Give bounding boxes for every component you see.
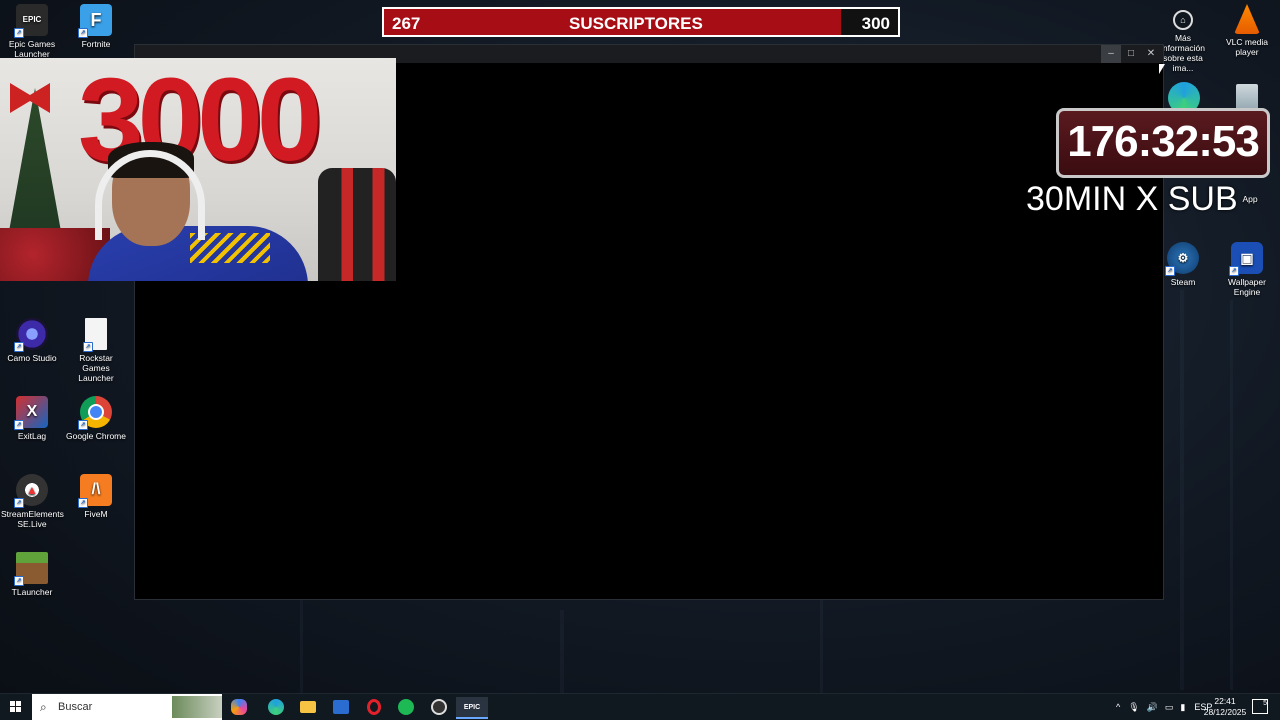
info-camera-icon: ⌂: [1173, 10, 1193, 30]
battery-icon[interactable]: ▮: [1180, 702, 1185, 713]
desktop-icon-label: Camo Studio: [7, 353, 57, 363]
vlc-icon: [1234, 4, 1260, 34]
search-placeholder: Buscar: [58, 701, 93, 713]
windows-logo-icon: [10, 701, 21, 712]
subscriber-label: SUSCRIPTORES: [569, 14, 703, 33]
subathon-timer: 176:32:53: [1056, 108, 1270, 178]
epic-games-icon: EPIC ↗: [14, 4, 48, 38]
timer-value: 176:32:53: [1067, 117, 1260, 166]
file-icon: ↗: [83, 318, 107, 352]
desktop-icon-tlauncher[interactable]: ↗ TLauncher: [1, 552, 63, 597]
desktop-icon-label: Wallpaper Engine: [1228, 277, 1266, 297]
exitlag-icon: X ↗: [14, 396, 48, 430]
clock[interactable]: 22:41 28/12/2025: [1200, 696, 1250, 718]
close-button[interactable]: ✕: [1141, 45, 1161, 63]
clock-time: 22:41: [1214, 696, 1236, 706]
minecraft-icon: ↗: [14, 552, 48, 586]
red-bow: [10, 83, 50, 113]
spotify-icon[interactable]: [395, 697, 417, 717]
copilot-icon[interactable]: [231, 699, 247, 715]
streamelements-icon: ▲ ↗: [14, 474, 48, 508]
taskbar: ⌕ Buscar EPIC ^ 🎙 🔊 ▭ ▮ ESP 22:41 28/12/…: [0, 693, 1280, 720]
search-highlight-image: [172, 696, 222, 718]
webcam-overlay: 3000: [0, 58, 396, 281]
system-tray: ^ 🎙 🔊 ▭ ▮ ESP: [1116, 694, 1212, 720]
desktop-icon-wallpaper-engine[interactable]: ▣ ↗ Wallpaper Engine: [1216, 242, 1278, 297]
desktop-icon-vlc[interactable]: VLC media player: [1216, 4, 1278, 57]
desktop-icon-label: Fortnite: [81, 39, 111, 49]
subscriber-goal-bar: 267 SUSCRIPTORES 300: [382, 7, 900, 37]
microphone-icon[interactable]: 🎙: [1128, 702, 1139, 713]
desktop-icon-fivem[interactable]: /\ ↗ FiveM: [65, 474, 127, 519]
minimize-button[interactable]: –: [1101, 45, 1121, 63]
maximize-button[interactable]: □: [1121, 45, 1141, 63]
gaming-chair: [318, 168, 396, 281]
fortnite-icon: F ↗: [78, 4, 112, 38]
volume-icon[interactable]: 🔊: [1147, 702, 1158, 713]
opera-icon[interactable]: [363, 697, 385, 717]
desktop-icon-label: VLC media player: [1225, 37, 1269, 57]
desktop-icon-label: Google Chrome: [65, 431, 126, 441]
wallpaper-engine-icon: ▣ ↗: [1229, 242, 1263, 276]
epic-taskbar-icon[interactable]: EPIC: [456, 697, 488, 719]
desktop-icon-label: StreamElements SE.Live: [1, 509, 64, 529]
subscriber-current: 267: [392, 14, 421, 33]
store-icon[interactable]: [330, 697, 352, 717]
desktop-icon-label: ExitLag: [17, 431, 47, 441]
desktop-icon-streamelements[interactable]: ▲ ↗ StreamElements SE.Live: [1, 474, 64, 529]
obs-icon[interactable]: [428, 697, 450, 717]
chrome-icon: ↗: [78, 396, 112, 430]
network-icon[interactable]: ▭: [1165, 702, 1174, 713]
camo-studio-icon: ↗: [14, 318, 48, 352]
start-button[interactable]: [5, 697, 27, 717]
mouse-cursor: [1159, 64, 1165, 74]
search-icon: ⌕: [40, 700, 47, 714]
desktop-icon-label: Epic Games Launcher: [8, 39, 56, 59]
clock-date: 28/12/2025: [1203, 707, 1247, 717]
desktop-icon-label: FiveM: [84, 509, 108, 519]
fivem-icon: /\ ↗: [78, 474, 112, 508]
tray-overflow-icon[interactable]: ^: [1116, 702, 1120, 712]
file-explorer-icon[interactable]: [297, 697, 319, 717]
notifications-button[interactable]: 5: [1252, 699, 1268, 714]
notification-count: 5: [1263, 700, 1267, 707]
desktop-icon-label: Rockstar Games Launcher: [78, 353, 114, 383]
desktop-icon-fortnite[interactable]: F ↗ Fortnite: [65, 4, 127, 49]
desktop-icon-rockstar[interactable]: ↗ Rockstar Games Launcher: [65, 318, 127, 383]
edge-taskbar-icon[interactable]: [265, 697, 287, 717]
desktop-icon-label: TLauncher: [11, 587, 53, 597]
subscriber-goal: 300: [861, 14, 890, 33]
desktop-icon-epic-games[interactable]: EPIC ↗ Epic Games Launcher: [1, 4, 63, 59]
steam-icon: ⚙ ↗: [1165, 242, 1199, 276]
desktop-icon-chrome[interactable]: ↗ Google Chrome: [65, 396, 127, 441]
desktop-icon-exitlag[interactable]: X ↗ ExitLag: [1, 396, 63, 441]
desktop-icon-camo-studio[interactable]: ↗ Camo Studio: [1, 318, 63, 363]
promo-text: 30MIN X SUB: [1026, 180, 1238, 218]
taskbar-search[interactable]: ⌕ Buscar: [32, 694, 222, 720]
